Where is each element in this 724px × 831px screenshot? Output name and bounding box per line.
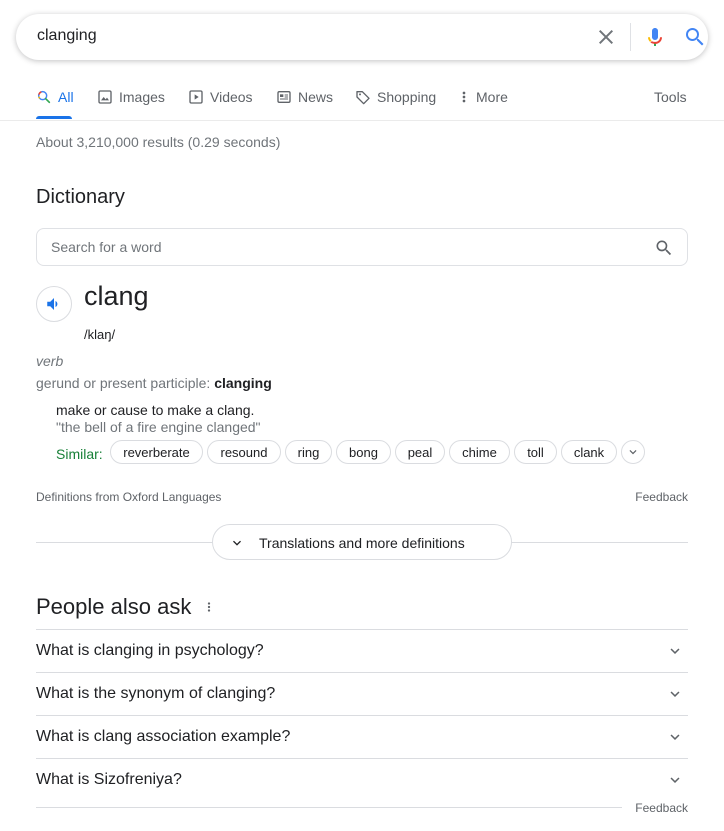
- search-icon[interactable]: [683, 25, 707, 49]
- tab-label: Images: [119, 89, 165, 105]
- more-vert-icon[interactable]: [202, 598, 216, 616]
- chevron-down-icon: [670, 777, 680, 783]
- dictionary-heading: Dictionary: [36, 186, 125, 208]
- similar-chip[interactable]: reverberate: [110, 440, 203, 464]
- gerund-line: gerund or present participle: clanging: [36, 375, 272, 391]
- tab-label: All: [58, 89, 74, 105]
- translations-button[interactable]: Translations and more definitions: [212, 524, 512, 560]
- image-icon: [98, 90, 112, 104]
- people-also-ask-heading: People also ask: [36, 594, 192, 619]
- tab-videos[interactable]: Videos: [188, 89, 253, 105]
- gerund-label: gerund or present participle:: [36, 375, 211, 391]
- divider: [630, 23, 631, 51]
- more-vert-icon: [462, 91, 466, 103]
- tools-button[interactable]: Tools: [654, 89, 687, 105]
- search-input[interactable]: clanging: [37, 27, 557, 45]
- feedback-link[interactable]: Feedback: [635, 490, 688, 504]
- question-text: What is the synonym of clanging?: [36, 685, 276, 702]
- tab-images[interactable]: Images: [97, 89, 165, 105]
- news-icon: [277, 91, 291, 103]
- gerund-value: clanging: [214, 375, 272, 391]
- pronunciation-button[interactable]: [36, 286, 72, 322]
- question-row[interactable]: What is clanging in psychology?: [36, 629, 688, 672]
- similar-chip[interactable]: bong: [336, 440, 391, 464]
- question-row[interactable]: What is the synonym of clanging?: [36, 672, 688, 715]
- tab-label: More: [476, 89, 508, 105]
- similar-chip[interactable]: resound: [207, 440, 281, 464]
- dictionary-search-placeholder: Search for a word: [51, 239, 162, 255]
- similar-chip[interactable]: peal: [395, 440, 445, 464]
- question-text: What is clang association example?: [36, 728, 291, 745]
- definition-example: "the bell of a fire engine clanged": [56, 419, 261, 435]
- similar-label: Similar:: [56, 446, 103, 462]
- divider: [36, 807, 622, 808]
- tab-all[interactable]: All: [36, 89, 74, 105]
- result-stats: About 3,210,000 results (0.29 seconds): [36, 134, 281, 150]
- search-icon: [37, 90, 51, 104]
- tab-news[interactable]: News: [276, 89, 333, 105]
- microphone-icon[interactable]: [643, 24, 667, 50]
- divider: [0, 120, 724, 121]
- search-icon[interactable]: [654, 238, 674, 258]
- dictionary-search-input[interactable]: Search for a word: [36, 228, 688, 266]
- speaker-icon: [47, 298, 58, 310]
- feedback-link[interactable]: Feedback: [635, 801, 688, 815]
- dictionary-word: clang: [84, 281, 149, 311]
- chevron-down-icon: [670, 648, 680, 654]
- phonetic-spelling: /klaŋ/: [84, 327, 116, 342]
- similar-chip[interactable]: toll: [514, 440, 557, 464]
- tab-shopping[interactable]: Shopping: [355, 89, 436, 105]
- chevron-down-icon: [629, 450, 637, 455]
- question-row[interactable]: What is clang association example?: [36, 715, 688, 758]
- chevron-down-icon: [233, 540, 241, 546]
- question-row[interactable]: What is Sizofreniya?: [36, 758, 688, 801]
- similar-chip[interactable]: clank: [561, 440, 617, 464]
- question-text: What is clanging in psychology?: [36, 642, 264, 659]
- tab-label: News: [298, 89, 334, 105]
- translations-label: Translations and more definitions: [259, 535, 465, 551]
- close-icon[interactable]: [594, 25, 618, 49]
- definition-text: make or cause to make a clang.: [56, 402, 255, 418]
- part-of-speech: verb: [36, 353, 64, 369]
- chevron-down-icon: [670, 734, 680, 740]
- similar-chip[interactable]: chime: [449, 440, 510, 464]
- similar-chip[interactable]: ring: [285, 440, 332, 464]
- tab-more[interactable]: More: [456, 89, 508, 105]
- tools-label: Tools: [654, 89, 687, 105]
- search-bar: clanging: [16, 14, 708, 60]
- active-tab-indicator: [36, 116, 72, 119]
- video-icon: [189, 90, 203, 104]
- tab-label: Shopping: [377, 89, 437, 105]
- chevron-down-icon: [670, 691, 680, 697]
- tag-icon: [356, 91, 370, 105]
- search-tabs: All Images Videos News Shopping More Too…: [36, 82, 688, 120]
- similar-expand-button[interactable]: [621, 440, 645, 464]
- dictionary-source: Definitions from Oxford Languages: [36, 490, 222, 504]
- tab-label: Videos: [210, 89, 253, 105]
- question-text: What is Sizofreniya?: [36, 771, 182, 788]
